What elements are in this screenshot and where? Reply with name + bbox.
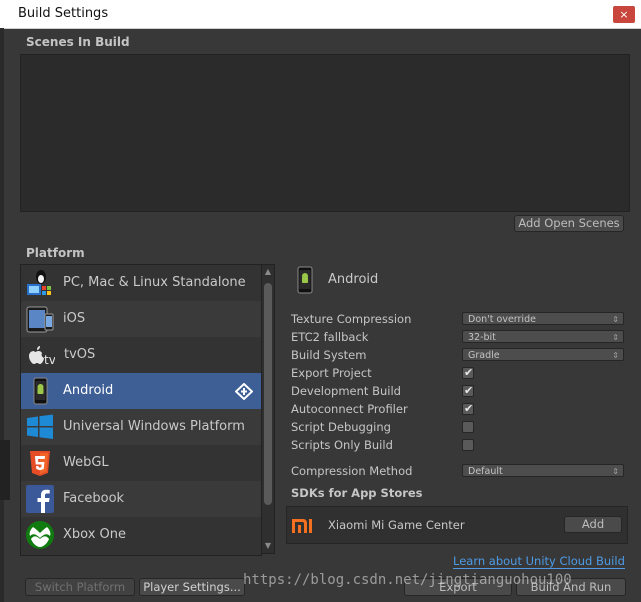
development-build-label: Development Build [291,384,401,398]
platform-item-label: tvOS [64,347,96,362]
export-project-checkbox[interactable]: ✔ [462,366,474,379]
scripts-only-build-label: Scripts Only Build [291,438,393,452]
platform-item-label: Universal Windows Platform [63,419,245,434]
platform-list-scrollbar[interactable]: ▲ ▼ [261,264,275,554]
compression-method-label: Compression Method [291,464,413,478]
platform-label: Platform [26,246,85,260]
platform-detail-title: Android [328,272,379,287]
scenes-list[interactable] [20,54,630,212]
platform-item-standalone[interactable]: PC, Mac & Linux Standalone [21,265,261,301]
sdk-name: Xiaomi Mi Game Center [328,518,465,532]
script-debugging-label: Script Debugging [291,420,391,434]
platform-item-label: iOS [63,311,86,326]
dropdown-value: Gradle [468,350,500,361]
ios-device-icon [26,306,54,333]
window-title: Build Settings [18,6,109,21]
xiaomi-mi-icon [292,519,312,533]
dropdown-arrow-icon: ⇕ [612,467,619,476]
html5-icon [30,451,50,476]
add-sdk-button[interactable]: Add [564,516,622,533]
autoconnect-profiler-checkbox[interactable]: ✔ [462,402,474,415]
checkmark-icon: ✔ [464,384,474,397]
dropdown-value: Default [468,466,503,477]
background-editor-strip [0,440,10,500]
sdk-row-xiaomi: Xiaomi Mi Game Center Add [286,506,628,544]
pc-mac-linux-icon [27,270,51,295]
checkmark-icon: ✔ [464,402,474,415]
development-build-checkbox[interactable]: ✔ [462,384,474,397]
svg-text:tv: tv [44,353,55,367]
window-edge [0,28,4,602]
dropdown-arrow-icon: ⇕ [612,315,619,324]
scroll-thumb[interactable] [264,283,272,505]
build-system-dropdown[interactable]: Gradle ⇕ [462,348,624,361]
dropdown-value: Don't override [468,314,536,325]
scroll-up-icon[interactable]: ▲ [264,268,272,276]
platform-item-tvos[interactable]: tv tvOS [21,337,261,373]
player-settings-button[interactable]: Player Settings... [139,578,245,596]
apple-tv-icon: tv [29,346,55,367]
dropdown-arrow-icon: ⇕ [612,351,619,360]
android-icon [297,266,313,294]
autoconnect-profiler-label: Autoconnect Profiler [291,402,408,416]
facebook-icon [26,485,54,513]
build-system-label: Build System [291,348,367,362]
add-open-scenes-button[interactable]: Add Open Scenes [514,215,624,232]
platform-item-label: Android [63,383,114,398]
platform-item-label: PC, Mac & Linux Standalone [63,275,246,290]
scripts-only-build-checkbox[interactable] [462,439,474,451]
unity-active-platform-icon [235,383,253,400]
android-icon [33,377,48,405]
platform-item-label: WebGL [63,455,109,470]
platform-item-facebook[interactable]: Facebook [21,481,261,517]
cloud-build-link[interactable]: Learn about Unity Cloud Build [453,554,625,569]
script-debugging-checkbox[interactable] [462,421,474,433]
platform-item-uwp[interactable]: Universal Windows Platform [21,409,261,445]
xbox-icon [26,521,54,549]
export-project-label: Export Project [291,366,372,380]
texture-compression-label: Texture Compression [291,312,412,326]
scroll-down-icon[interactable]: ▼ [264,542,272,550]
switch-platform-button[interactable]: Switch Platform [25,578,135,596]
compression-method-dropdown[interactable]: Default ⇕ [462,464,624,477]
sdks-label: SDKs for App Stores [291,486,423,500]
checkmark-icon: ✔ [464,366,474,379]
texture-compression-dropdown[interactable]: Don't override ⇕ [462,312,624,325]
etc2-fallback-dropdown[interactable]: 32-bit ⇕ [462,330,624,343]
platform-item-label: Xbox One [63,527,127,542]
etc2-fallback-label: ETC2 fallback [291,330,369,344]
platform-item-label: Facebook [63,491,125,506]
dropdown-arrow-icon: ⇕ [612,333,619,342]
platform-item-ios[interactable]: iOS [21,301,261,337]
title-bar: Build Settings × [0,0,641,29]
close-icon[interactable]: × [613,6,635,23]
dropdown-value: 32-bit [468,332,496,343]
watermark-url: https://blog.csdn.net/jingtianguohou100 [243,572,572,588]
platform-item-xbox-one[interactable]: Xbox One [21,517,261,553]
platform-item-android[interactable]: Android [21,373,261,409]
windows-icon [27,414,53,439]
platform-list[interactable]: PC, Mac & Linux Standalone iOS tv tvOS A… [20,264,262,556]
scenes-in-build-label: Scenes In Build [26,35,130,49]
platform-item-webgl[interactable]: WebGL [21,445,261,481]
